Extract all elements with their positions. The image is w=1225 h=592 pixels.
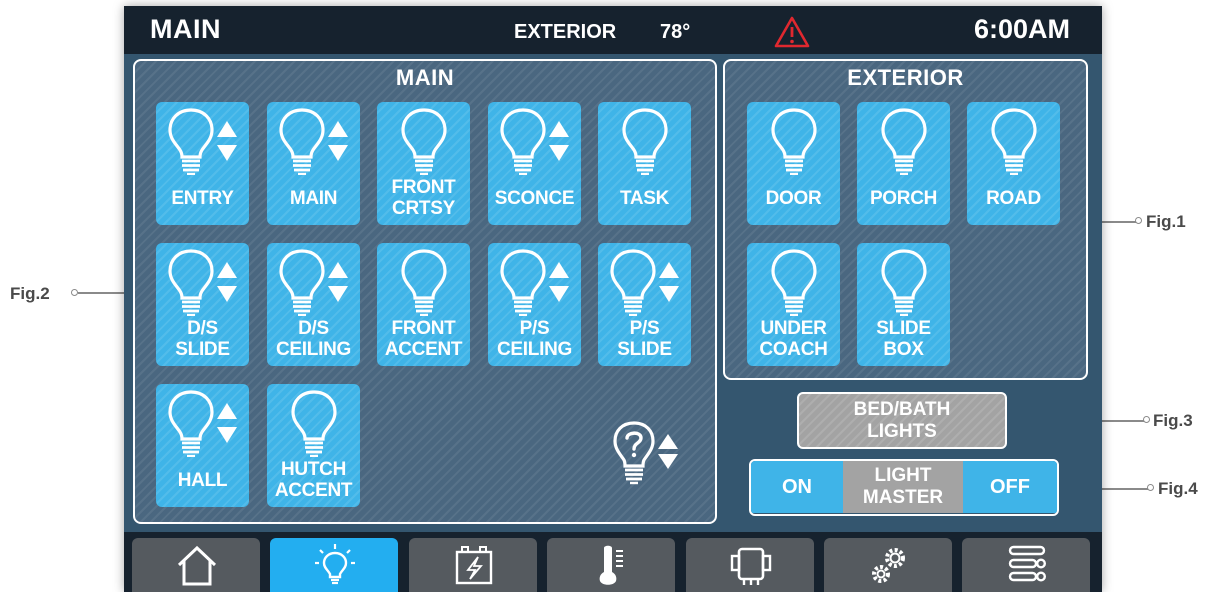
light-bulb-icon [498, 107, 548, 175]
tile-label: PORCH [869, 188, 938, 209]
generator-icon [730, 547, 772, 585]
tile-label: MAIN [289, 188, 338, 209]
light-tile-entry[interactable]: ENTRY [156, 102, 249, 225]
light-bulb-icon [498, 248, 548, 316]
callout-fig3: Fig.3 [1153, 411, 1193, 430]
light-bulb-icon [277, 107, 327, 175]
light-bulb-icon [879, 248, 929, 316]
light-tile-ds-slide[interactable]: D/S SLIDE [156, 243, 249, 366]
light-tile-ps-slide[interactable]: P/S SLIDE [598, 243, 691, 366]
light-tile-road[interactable]: ROAD [967, 102, 1060, 225]
light-bulb-icon [989, 107, 1039, 175]
light-tile-hall[interactable]: HALL [156, 384, 249, 507]
thermometer-icon [599, 545, 623, 585]
dimmer-arrows-icon [216, 261, 238, 303]
dimmer-arrows-icon [216, 402, 238, 444]
dimmer-arrows-icon [327, 120, 349, 162]
exterior-panel-title: EXTERIOR [847, 65, 964, 90]
tile-label: UNDER COACH [759, 318, 828, 360]
callout-dot [1135, 217, 1142, 224]
tile-label: D/S CEILING [276, 318, 351, 360]
light-bulb-icon [399, 107, 449, 175]
light-tile-main[interactable]: MAIN [267, 102, 360, 225]
dimmer-arrows-icon [658, 261, 680, 303]
exterior-temp-label: EXTERIOR [514, 21, 617, 43]
light-tile-door[interactable]: DOOR [747, 102, 840, 225]
status-bar: MAIN EXTERIOR 78° 6:00AM [124, 6, 1102, 54]
tile-label: FRONT ACCENT [384, 318, 463, 360]
callout-fig1: Fig.1 [1146, 212, 1186, 231]
battery-icon [455, 546, 493, 585]
light-bulb-icon [166, 389, 216, 457]
light-tile-porch[interactable]: PORCH [857, 102, 950, 225]
light-bulb-icon [166, 107, 216, 175]
sliders-icon [1008, 545, 1047, 582]
main-panel-title: MAIN [395, 65, 455, 90]
light-bulb-icon [399, 248, 449, 316]
light-master-on-button[interactable]: ON [751, 461, 843, 513]
light-tile-front-crtsy[interactable]: FRONT CRTSY [377, 102, 470, 225]
nav-settings[interactable] [824, 538, 952, 592]
light-bulb-icon [277, 248, 327, 316]
tile-label: ENTRY [171, 188, 234, 209]
light-bulb-icon [769, 107, 819, 175]
tile-label: D/S SLIDE [175, 318, 230, 360]
callout-fig4: Fig.4 [1158, 479, 1198, 498]
tile-label: ROAD [986, 188, 1041, 209]
clock: 6:00AM [973, 14, 1070, 44]
light-tile-sconce[interactable]: SCONCE [488, 102, 581, 225]
tile-label: SCONCE [494, 188, 575, 209]
page-title: MAIN [150, 14, 221, 44]
tile-label: SLIDE BOX [876, 318, 931, 360]
dimmer-arrows-icon [548, 120, 570, 162]
callout-dot [71, 289, 78, 296]
callout-fig2: Fig.2 [10, 284, 50, 303]
home-icon [177, 545, 217, 586]
light-bulb-icon [620, 107, 670, 175]
light-master-label: LIGHT MASTER [843, 461, 963, 513]
bottom-nav [124, 532, 1102, 592]
light-bulb-icon [769, 248, 819, 316]
nav-home[interactable] [132, 538, 260, 592]
light-bulb-icon [608, 248, 658, 316]
tile-label: TASK [619, 188, 670, 209]
light-bulb-icon [166, 248, 216, 316]
light-master-off-button[interactable]: OFF [963, 461, 1057, 513]
tile-label: FRONT CRTSY [391, 177, 456, 219]
light-tile-hutch-accent[interactable]: HUTCH ACCENT [267, 384, 360, 507]
tile-label: P/S SLIDE [617, 318, 672, 360]
gears-icon [872, 548, 905, 583]
dimmer-arrows-icon [548, 261, 570, 303]
tile-label: HALL [177, 470, 228, 491]
light-tile-slide-box[interactable]: SLIDE BOX [857, 243, 950, 366]
light-tile-ds-ceiling[interactable]: D/S CEILING [267, 243, 360, 366]
light-tile-task[interactable]: TASK [598, 102, 691, 225]
exterior-temperature: 78° [660, 21, 691, 43]
tile-label: HUTCH ACCENT [274, 459, 353, 501]
dimmer-arrows-icon [327, 261, 349, 303]
nav-lights[interactable] [270, 538, 398, 592]
question-bulb-icon[interactable] [610, 420, 680, 488]
light-bulb-icon [289, 389, 339, 457]
nav-generator[interactable] [686, 538, 814, 592]
dimmer-arrows-icon [216, 120, 238, 162]
light-master-control: ON LIGHT MASTER OFF [749, 459, 1059, 516]
callout-dot [1147, 484, 1154, 491]
light-bulb-icon [315, 544, 355, 585]
light-tile-ps-ceiling[interactable]: P/S CEILING [488, 243, 581, 366]
tile-label: P/S CEILING [497, 318, 572, 360]
nav-power[interactable] [409, 538, 537, 592]
bed-bath-lights-button[interactable]: BED/BATH LIGHTS [797, 392, 1007, 449]
light-tile-front-accent[interactable]: FRONT ACCENT [377, 243, 470, 366]
nav-menu[interactable] [962, 538, 1090, 592]
light-bulb-icon [879, 107, 929, 175]
callout-dot [1143, 416, 1150, 423]
nav-climate[interactable] [547, 538, 675, 592]
light-tile-under-coach[interactable]: UNDER COACH [747, 243, 840, 366]
touch-screen: MAIN EXTERIOR 78° 6:00AM MAIN EXTERIOR E… [124, 6, 1102, 592]
tile-label: DOOR [765, 188, 822, 209]
warning-triangle-icon[interactable] [774, 16, 810, 48]
